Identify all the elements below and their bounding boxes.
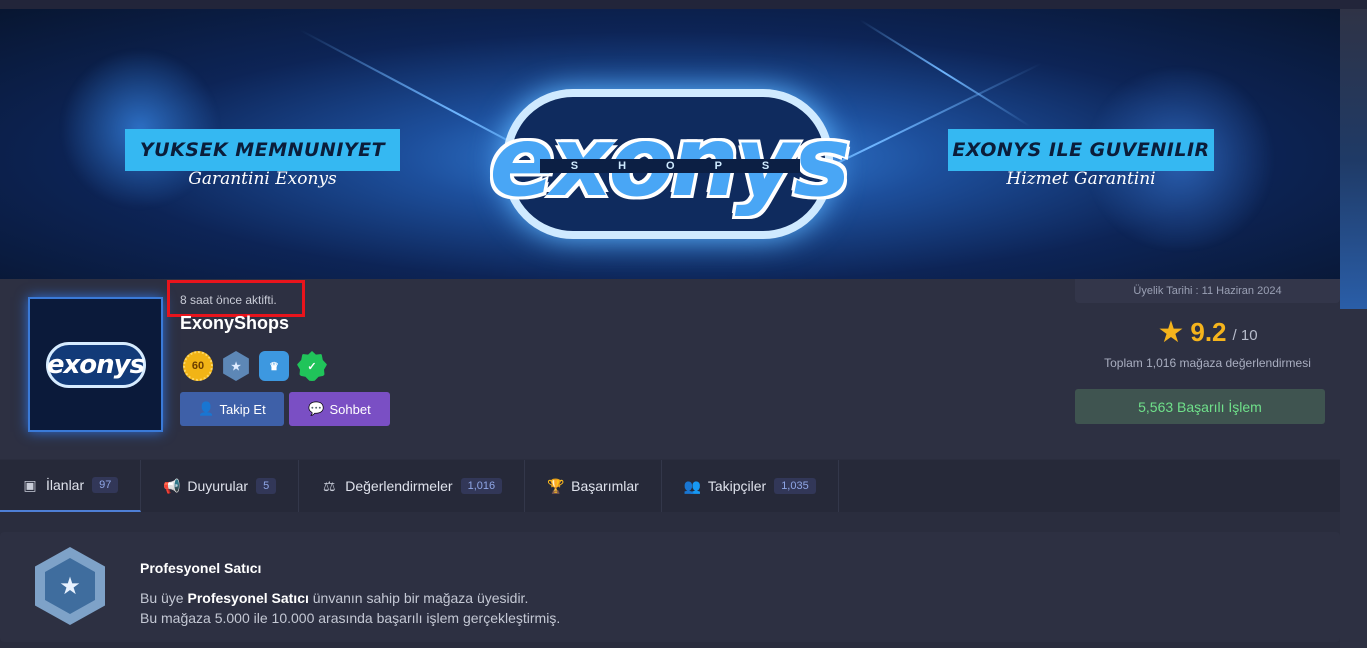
tab-count: 97	[92, 477, 119, 493]
pro-seller-trade-range: Bu mağaza 5.000 ile 10.000 arasında başa…	[140, 610, 561, 626]
banner-left-subtitle: Garantini Exonys	[188, 169, 337, 189]
scale-icon: ⚖	[322, 477, 336, 494]
level-60-badge[interactable]: 60	[183, 351, 213, 381]
crown-icon[interactable]: ♛	[259, 351, 289, 381]
store-profile: exonys 8 saat önce aktifti. ExonyShops 6…	[0, 279, 1340, 459]
side-background-lower	[1340, 309, 1367, 648]
tab-label: Değerlendirmeler	[345, 478, 453, 494]
badge-list: 60 ★ ♛ ✓	[183, 351, 327, 381]
pro-seller-description: Bu üye Profesyonel Satıcı ünvanın sahip …	[140, 590, 528, 606]
side-background	[1340, 9, 1367, 309]
profile-tabs: ▣ İlanlar 97 📢 Duyurular 5 ⚖ Değerlendir…	[0, 460, 1340, 512]
store-rating: ★ 9.2 / 10	[1075, 317, 1340, 348]
rating-max: / 10	[1232, 327, 1258, 344]
store-avatar[interactable]: exonys	[28, 297, 163, 432]
total-reviews: Toplam 1,016 mağaza değerlendirmesi	[1104, 356, 1311, 370]
top-bar	[0, 0, 1367, 9]
trophy-icon: 🏆	[547, 477, 565, 494]
chat-button[interactable]: 💬 Sohbet	[289, 392, 390, 426]
description-bold: Profesyonel Satıcı	[187, 590, 309, 606]
banner-right-subtitle: Hizmet Garantini	[1006, 169, 1156, 189]
tab-count: 1,035	[774, 478, 816, 494]
tab-announcements[interactable]: 📢 Duyurular 5	[141, 460, 300, 512]
member-since: Üyelik Tarihi : 11 Haziran 2024	[1075, 279, 1340, 303]
store-banner: YUKSEK MEMNUNIYET Garantini Exonys exony…	[0, 9, 1340, 279]
follow-button[interactable]: 👤 Takip Et	[180, 392, 284, 426]
banner-logo-subtitle: SHOPS	[540, 159, 800, 173]
star-hexagon-icon[interactable]: ★	[223, 351, 249, 381]
successful-trades-badge: 5,563 Başarılı İşlem	[1075, 389, 1325, 424]
banner-left-title: YUKSEK MEMNUNIYET	[125, 129, 400, 171]
chat-button-label: Sohbet	[329, 401, 371, 417]
tab-achievements[interactable]: 🏆 Başarımlar	[525, 460, 662, 512]
banner-right-title: EXONYS ILE GUVENILIR	[948, 129, 1214, 171]
tab-label: İlanlar	[46, 477, 85, 493]
star-icon: ★	[1157, 315, 1185, 349]
star-icon: ★	[45, 558, 95, 614]
tab-count: 1,016	[460, 478, 503, 494]
pro-seller-title: Profesyonel Satıcı	[140, 560, 262, 576]
follow-button-label: Takip Et	[219, 401, 266, 417]
description-text: ünvanın sahip bir mağaza üyesidir.	[308, 590, 529, 606]
users-icon: 👥	[683, 477, 702, 494]
avatar-logo: exonys	[45, 341, 146, 388]
last-active-status: 8 saat önce aktifti.	[180, 293, 277, 307]
pro-seller-badge-icon: ★	[35, 547, 105, 625]
chat-bubbles-icon: 💬	[308, 401, 325, 416]
tab-label: Başarımlar	[571, 478, 639, 494]
tab-listings[interactable]: ▣ İlanlar 97	[0, 460, 142, 512]
description-text: Bu üye	[140, 590, 188, 606]
tab-label: Takipçiler	[707, 478, 767, 494]
verified-check-icon[interactable]: ✓	[297, 351, 327, 381]
shop-name: ExonyShops	[180, 313, 290, 333]
pro-seller-card: ★ Profesyonel Satıcı Bu üye Profesyonel …	[0, 532, 1340, 642]
tab-count: 5	[256, 478, 277, 494]
box-icon: ▣	[23, 476, 37, 493]
tab-followers[interactable]: 👥 Takipçiler 1,035	[662, 460, 839, 512]
tab-reviews[interactable]: ⚖ Değerlendirmeler 1,016	[299, 460, 526, 512]
tab-label: Duyurular	[187, 478, 249, 494]
user-plus-icon: 👤	[198, 401, 215, 416]
megaphone-icon: 📢	[163, 477, 181, 494]
rating-score: 9.2	[1190, 317, 1227, 347]
